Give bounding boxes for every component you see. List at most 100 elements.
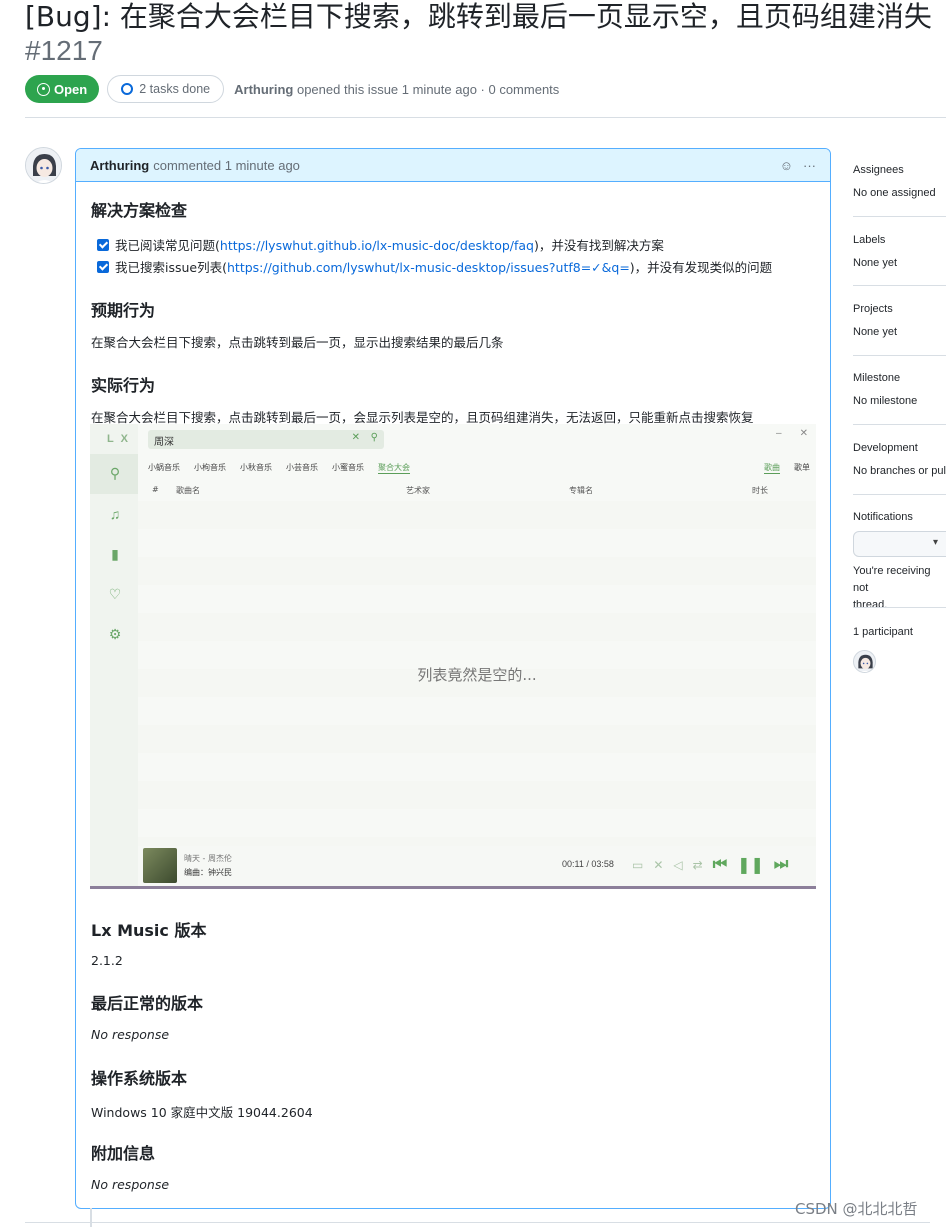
pause-icon: ❚❚ [737,857,764,874]
projects-value: None yet [853,326,898,338]
expected-text: 在聚合大会栏目下搜索，点击跳转到最后一页，显示出搜索结果的最后几条 [91,335,504,350]
source-tabs: 小蜗音乐 小枸音乐 小秋音乐 小芸音乐 小蜜音乐 聚合大会 [148,462,410,474]
issue-meta-row: Open 2 tasks done Arthuring opened this … [25,74,559,104]
issue-open-icon [37,82,50,96]
progress-ring-icon [121,83,134,95]
task-item: 我已搜索issue列表(https://github.com/lyswhut/l… [97,257,772,276]
settings-icon: ⚙ [108,626,122,642]
song-title: 晴天 - 周杰伦 [184,854,232,863]
milestone-value: No milestone [853,395,918,407]
extra-text: No response [91,1177,170,1192]
volume-icon: ◁ [673,858,683,872]
tasks-progress[interactable]: 2 tasks done [107,75,225,103]
sidebar-divider [853,607,946,608]
source-tab: 小蜗音乐 [148,463,180,472]
heading-expected: 预期行为 [91,301,156,320]
song-info: 晴天 - 周杰伦 编曲：钟兴民 [184,852,232,880]
notifications-text: thread. [853,599,888,611]
col-index: # [152,485,159,494]
tasks-label: 2 tasks done [139,82,211,96]
comment-tools: ☺ ··· [780,158,816,173]
comment-time[interactable]: commented 1 minute ago [153,158,300,173]
sidebar-divider [853,285,946,286]
empty-list-message: 列表竟然是空的... [417,666,537,684]
development-label[interactable]: Development [853,442,946,454]
album-cover [143,848,177,883]
notifications-text: You're receiving not [853,565,931,594]
search-icon: ⚲ [370,432,378,443]
avatar-image [26,148,61,183]
search-icon: ⚲ [109,465,121,481]
type-tabs: 歌曲 歌单 [764,462,810,474]
sidebar-divider [853,216,946,217]
col-duration: 时长 [752,486,768,495]
version-text: 2.1.2 [91,953,123,968]
prev-icon: ⏮ [712,856,728,873]
projects-section: Projects None yet [853,303,946,338]
app-sidebar: L X ⚲ ♫ ▮ ♡ ⚙ [90,424,138,886]
song-arranger: 编曲：钟兴民 [184,868,232,877]
subscribe-button[interactable]: ▾ [853,531,946,557]
source-tab: 小蜜音乐 [332,463,364,472]
player-controls: ▭ ✕ ◁ ⇄ ⏮ ❚❚ ⏭ [632,855,788,875]
participant-avatar[interactable] [853,650,876,673]
source-tab: 小枸音乐 [194,463,226,472]
heading-checks: 解决方案检查 [91,201,188,220]
issue-meta-text: opened this issue 1 minute ago · 0 comme… [296,81,560,97]
comment-header: Arthuring commented 1 minute ago ☺ ··· [76,149,830,182]
minimize-icon: – [776,428,782,439]
comment-author[interactable]: Arthuring [90,158,149,173]
checkbox-checked-icon[interactable] [97,238,109,251]
development-value: No branches or pull [853,465,946,477]
sidebar-divider [853,494,946,495]
assignees-section: Assignees No one assigned [853,164,946,199]
app-search-input: 周深 ✕ ⚲ [148,430,384,449]
smiley-icon[interactable]: ☺ [780,158,793,173]
header-divider [25,117,946,118]
development-section: Development No branches or pull [853,442,946,477]
window-controls: – ✕ [776,428,808,439]
state-label: Open [54,81,88,97]
projects-label[interactable]: Projects [853,303,946,315]
play-time: 00:11 / 03:58 [562,859,614,869]
assignees-label[interactable]: Assignees [853,164,946,176]
labels-value: None yet [853,257,898,269]
heading-actual: 实际行为 [91,376,156,395]
heart-icon: ♡ [108,586,122,602]
chevron-down-icon: ▾ [932,537,938,548]
checkbox-checked-icon[interactable] [97,260,109,273]
issues-link[interactable]: https://github.com/lyswhut/lx-music-desk… [227,260,630,275]
embedded-screenshot[interactable]: L X ⚲ ♫ ▮ ♡ ⚙ 周深 ✕ ⚲ – ✕ 小蜗音乐 小枸音乐 小秋音乐 … [90,424,816,889]
next-icon: ⏭ [773,856,789,873]
heading-os: 操作系统版本 [91,1069,188,1088]
avatar-image [854,651,875,672]
issue-meta: Arthuring opened this issue 1 minute ago… [234,82,559,97]
avatar[interactable] [25,147,62,184]
milestone-label[interactable]: Milestone [853,372,946,384]
notifications-label: Notifications [853,511,913,523]
timeline-line [90,1208,92,1227]
task-item: 我已阅读常见问题(https://lyswhut.github.io/lx-mu… [97,235,664,254]
app-search-value: 周深 [154,437,174,448]
source-tab: 小芸音乐 [286,463,318,472]
assignees-value: No one assigned [853,187,936,199]
labels-label[interactable]: Labels [853,234,946,246]
col-album: 专辑名 [569,486,593,495]
issue-author-link[interactable]: Arthuring [234,82,293,97]
clear-icon: ✕ [351,432,360,443]
faq-link[interactable]: https://lyswhut.github.io/lx-music-doc/d… [220,238,534,253]
source-tab: 小秋音乐 [240,463,272,472]
repeat-icon: ⇄ [692,858,703,872]
notifications-section: Notifications [853,511,946,523]
issue-number: #1217 [25,35,103,66]
table-header: # 歌曲名 艺术家 专辑名 时长 [138,482,816,500]
last-ok-text: No response [91,1027,170,1042]
task-text: 我已阅读常见问题(https://lyswhut.github.io/lx-mu… [115,238,664,253]
sidebar-divider [853,355,946,356]
more-options-icon[interactable]: ··· [803,158,816,173]
mute-icon: ✕ [653,858,664,872]
milestone-section: Milestone No milestone [853,372,946,407]
heading-last-ok: 最后正常的版本 [91,994,204,1013]
type-tab: 歌单 [794,463,810,472]
music-list-icon: ♫ [109,506,121,522]
